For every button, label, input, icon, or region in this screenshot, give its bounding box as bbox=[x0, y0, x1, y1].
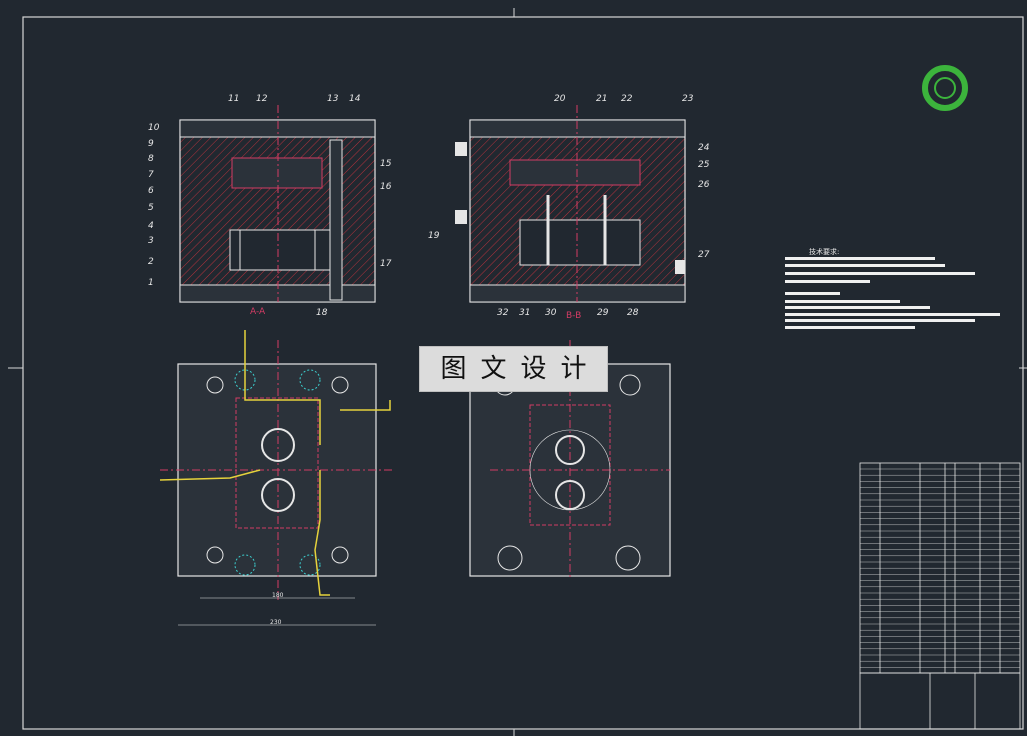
dimension-250: 230 bbox=[270, 619, 282, 626]
right-part-number: 27 bbox=[698, 250, 710, 260]
dimension-180: 180 bbox=[272, 592, 284, 599]
left-part-number: 7 bbox=[148, 170, 154, 180]
left-part-number: 14 bbox=[349, 94, 361, 104]
right-part-number: 24 bbox=[698, 143, 710, 153]
left-part-number: 11 bbox=[228, 94, 239, 104]
right-part-number: 21 bbox=[596, 94, 607, 104]
left-part-number: 4 bbox=[148, 221, 154, 231]
left-part-number: 5 bbox=[148, 203, 154, 213]
tech-requirements-title: 技术要求: bbox=[809, 247, 839, 256]
left-part-number: 13 bbox=[327, 94, 339, 104]
left-part-number: 9 bbox=[148, 139, 154, 149]
right-part-number: 19 bbox=[428, 231, 440, 241]
right-part-number: 26 bbox=[698, 180, 710, 190]
left-part-number: 2 bbox=[148, 257, 154, 267]
section-view-b-b bbox=[455, 105, 686, 303]
section-view-a-a bbox=[179, 105, 376, 303]
right-part-number: 23 bbox=[682, 94, 694, 104]
right-part-number: 32 bbox=[497, 308, 509, 318]
watermark-banner: 图文设计 bbox=[419, 346, 608, 392]
left-part-number: 17 bbox=[380, 259, 392, 269]
left-part-number: 12 bbox=[256, 94, 268, 104]
left-part-number: 10 bbox=[148, 123, 160, 133]
plan-view-left bbox=[159, 330, 395, 626]
left-part-number: 6 bbox=[148, 186, 154, 196]
bom-rows bbox=[860, 468, 1020, 668]
part-logo bbox=[922, 65, 968, 111]
left-part-number: 1 bbox=[148, 278, 154, 288]
left-part-number: 3 bbox=[148, 236, 154, 246]
watermark-text: 图文设计 bbox=[440, 354, 601, 384]
right-part-number: 20 bbox=[554, 94, 566, 104]
left-part-number: 18 bbox=[316, 308, 328, 318]
section-label-b: B-B bbox=[566, 311, 581, 321]
left-part-number: 15 bbox=[380, 159, 392, 169]
right-part-number: 25 bbox=[698, 160, 710, 170]
right-part-number: 28 bbox=[627, 308, 639, 318]
right-part-number: 31 bbox=[519, 308, 530, 318]
tech-requirements bbox=[785, 257, 1000, 329]
right-part-number: 22 bbox=[621, 94, 633, 104]
left-part-number: 16 bbox=[380, 182, 392, 192]
right-part-number: 30 bbox=[545, 308, 557, 318]
section-label-a: A-A bbox=[250, 307, 266, 317]
right-part-number: 29 bbox=[597, 308, 609, 318]
title-block bbox=[859, 462, 1021, 730]
left-part-number: 8 bbox=[148, 154, 154, 164]
